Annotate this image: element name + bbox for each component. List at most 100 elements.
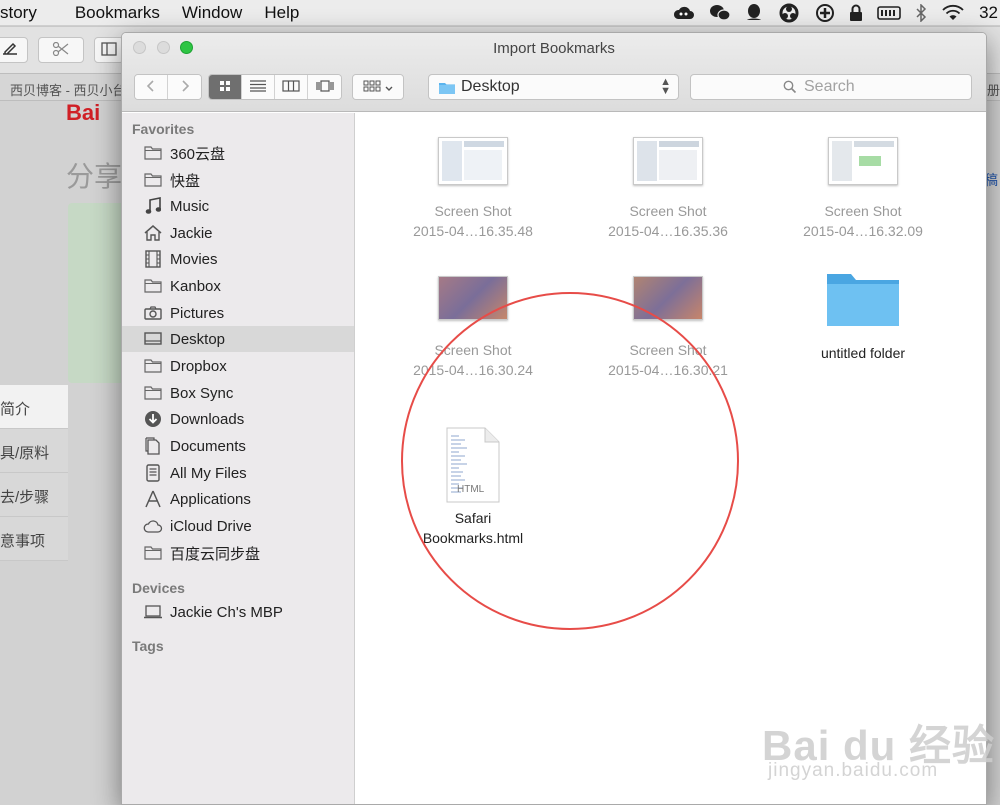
sidebar-item-dropbox[interactable]: Dropbox	[122, 353, 354, 379]
applications-icon	[143, 489, 163, 509]
film-icon	[143, 249, 163, 269]
menu-bookmarks[interactable]: Bookmarks	[75, 3, 160, 23]
side-menu-steps[interactable]: 去/步骤	[0, 473, 68, 517]
qq-icon[interactable]	[745, 3, 763, 23]
file-item[interactable]: Screen Shot 2015-04…16.32.09	[788, 137, 938, 241]
sidebar-item-label: Kanbox	[170, 277, 221, 295]
side-menu-notes[interactable]: 意事项	[0, 517, 68, 561]
sidebar-item-pictures[interactable]: Pictures	[122, 300, 354, 326]
menu-window[interactable]: Window	[182, 3, 242, 23]
sidebar-item-movies[interactable]: Movies	[122, 246, 354, 272]
sidebar-item-desktop[interactable]: Desktop	[122, 326, 354, 352]
sidebar-item-360[interactable]: 360云盘	[122, 140, 354, 166]
location-popup[interactable]: Desktop ▲ ▼	[428, 74, 679, 100]
sidebar-item-kuaipan[interactable]: 快盘	[122, 167, 354, 193]
arrange-grid-icon	[363, 79, 381, 95]
grid-icon	[218, 79, 232, 96]
file-item[interactable]: Screen Shot 2015-04…16.35.36	[593, 137, 743, 241]
coverflow-view-button[interactable]	[308, 75, 341, 99]
sidebar-item-applications[interactable]: Applications	[122, 486, 354, 512]
column-view-button[interactable]	[275, 75, 308, 99]
favorites-header: Favorites	[132, 121, 195, 137]
page-side-menu: 简介 具/原料 去/步骤 意事项	[0, 385, 68, 561]
sidebar-toggle-button[interactable]	[94, 37, 124, 63]
list-view-button[interactable]	[242, 75, 275, 99]
sidebar-item-boxsync[interactable]: Box Sync	[122, 380, 354, 406]
page-heading: 分享	[66, 161, 123, 192]
search-placeholder: Search	[804, 78, 855, 95]
sidebar-item-label: Music	[170, 197, 210, 215]
search-input[interactable]: Search	[690, 74, 972, 100]
dialog-titlebar: Import Bookmarks Desktop ▲ ▼ Search	[122, 33, 986, 112]
chevron-down-icon	[385, 79, 393, 95]
add-circle-icon[interactable]	[815, 3, 835, 23]
sidebar: Favorites 360云盘 快盘 Music Jackie Movies K…	[122, 113, 355, 804]
folder-icon	[143, 356, 163, 376]
list-icon	[249, 79, 267, 95]
scissors-button[interactable]	[38, 37, 84, 63]
documents-icon	[143, 436, 163, 456]
memory-icon[interactable]	[877, 5, 901, 21]
sync-icon[interactable]	[777, 3, 801, 23]
folder-icon	[143, 543, 163, 563]
file-name: Screen Shot 2015-04…16.32.09	[803, 203, 923, 239]
file-item[interactable]: untitled folder	[788, 268, 938, 363]
folder-icon	[143, 170, 163, 190]
camera-icon	[143, 303, 163, 323]
download-icon	[143, 409, 163, 429]
sidebar-item-label: Downloads	[170, 410, 245, 428]
back-button[interactable]	[135, 75, 168, 99]
sidebar-item-label: 360云盘	[170, 145, 226, 163]
menu-help[interactable]: Help	[264, 3, 299, 23]
lock-icon[interactable]	[849, 4, 863, 22]
folder-icon	[143, 143, 163, 163]
sidebar-item-label: Jackie	[170, 224, 213, 242]
arrange-button[interactable]	[353, 75, 403, 99]
folder-icon	[826, 268, 900, 328]
sidebar-item-baiduyun[interactable]: 百度云同步盘	[122, 540, 354, 566]
side-menu-materials[interactable]: 具/原料	[0, 429, 68, 473]
bluetooth-icon[interactable]	[915, 4, 927, 22]
menu-history[interactable]: story	[0, 3, 37, 23]
sidebar-item-label: iCloud Drive	[170, 517, 252, 535]
file-name: untitled folder	[820, 345, 906, 361]
devices-header: Devices	[132, 580, 185, 596]
sidebar-item-downloads[interactable]: Downloads	[122, 406, 354, 432]
updown-arrow-icon: ▲ ▼	[660, 76, 671, 97]
screenshot-thumbnail	[438, 137, 508, 185]
search-icon	[783, 80, 797, 97]
clock-text[interactable]: 32	[979, 0, 998, 26]
icon-view-button[interactable]	[209, 75, 242, 99]
sidebar-item-mbp[interactable]: Jackie Ch's MBP	[122, 599, 354, 625]
cloud-status-icon[interactable]	[673, 5, 695, 21]
sidebar-item-label: Box Sync	[170, 384, 234, 402]
forward-button[interactable]	[168, 75, 201, 99]
sidebar-item-kanbox[interactable]: Kanbox	[122, 273, 354, 299]
wechat-icon[interactable]	[709, 4, 731, 22]
browser-tab[interactable]: 西贝博客 - 西贝小台	[10, 80, 126, 99]
screenshot-thumbnail	[633, 137, 703, 185]
sidebar-item-documents[interactable]: Documents	[122, 433, 354, 459]
side-menu-intro[interactable]: 简介	[0, 385, 68, 429]
music-icon	[143, 196, 163, 216]
nav-buttons	[134, 74, 202, 100]
sidebar-item-label: Pictures	[170, 304, 225, 322]
file-name: Screen Shot 2015-04…16.35.36	[608, 203, 728, 239]
sidebar-item-allfiles[interactable]: All My Files	[122, 460, 354, 486]
screenshot-thumbnail	[828, 137, 898, 185]
sidebar-item-home[interactable]: Jackie	[122, 220, 354, 246]
laptop-icon	[143, 602, 163, 622]
wifi-icon[interactable]	[941, 4, 965, 22]
sidebar-item-label: 快盘	[170, 172, 201, 190]
tags-header: Tags	[132, 638, 164, 654]
edit-button[interactable]	[0, 37, 28, 63]
sidebar-item-music[interactable]: Music	[122, 193, 354, 219]
sidebar-item-icloud[interactable]: iCloud Drive	[122, 513, 354, 539]
arrange-dropdown[interactable]	[352, 74, 404, 100]
green-panel	[68, 203, 128, 383]
desktop-icon	[143, 329, 163, 349]
baidu-logo: Bai	[66, 100, 101, 125]
sidebar-item-label: Dropbox	[170, 357, 227, 375]
desktop-folder-icon	[438, 80, 456, 98]
file-item[interactable]: Screen Shot 2015-04…16.35.48	[398, 137, 548, 241]
